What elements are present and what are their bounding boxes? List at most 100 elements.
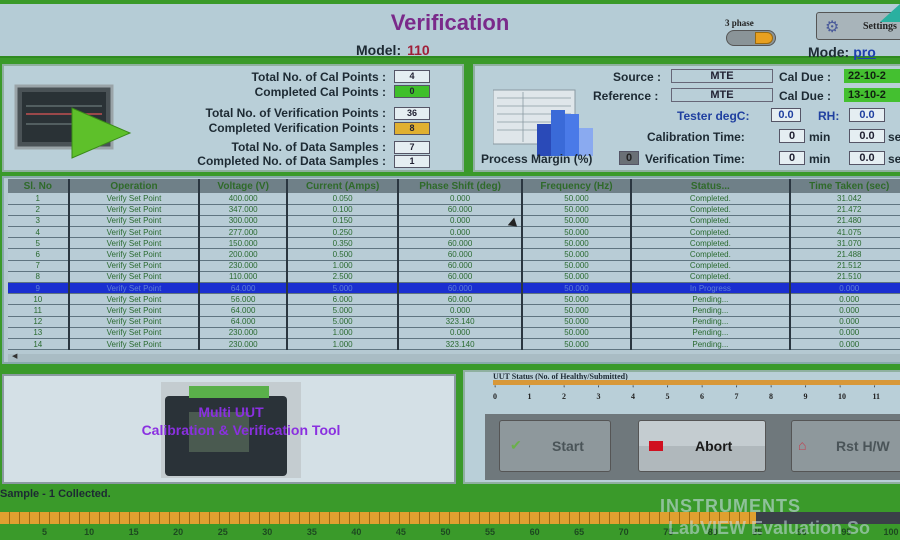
table-cell: 0.000 <box>789 304 900 317</box>
table-cell: 1.000 <box>286 327 400 339</box>
completed-samples-value: 1 <box>394 155 430 168</box>
table-cell: 0.000 <box>398 327 523 339</box>
progress-tick-label: 65 <box>574 527 585 537</box>
reset-hardware-button[interactable]: ⌂ Rst H/W <box>791 420 900 472</box>
table-cell: 56.000 <box>199 293 288 306</box>
uut-tick-label: 3 <box>597 384 601 401</box>
table-cell: 0.000 <box>398 226 523 239</box>
table-cell: 50.000 <box>521 271 633 284</box>
column-header[interactable]: Status... <box>631 179 791 193</box>
progress-tick-label: 5 <box>42 527 48 537</box>
model-display: Model: 110 <box>356 42 430 58</box>
table-cell: 230.000 <box>199 338 288 351</box>
table-cell: 50.000 <box>521 327 633 339</box>
total-cal-points-value: 4 <box>394 70 430 83</box>
rh-input[interactable]: 0.0 <box>849 108 885 122</box>
table-cell: 0.000 <box>398 304 523 317</box>
home-icon: ⌂ <box>798 437 807 453</box>
table-cell: 50.000 <box>521 193 633 205</box>
table-cell: 60.000 <box>398 260 523 272</box>
column-header[interactable]: Operation <box>68 179 201 193</box>
settings-label: Settings <box>863 21 897 32</box>
cal-time-label: Calibration Time: <box>647 130 745 144</box>
abort-button[interactable]: Abort <box>638 420 766 472</box>
table-row[interactable]: 3 Verify Set Point 300.000 0.150 0.000 50.000… <box>8 215 900 228</box>
table-cell: 0.000 <box>398 193 523 205</box>
table-row[interactable]: 9 Verify Set Point 64.000 5.000 60.000 50.000… <box>8 282 900 295</box>
phase-label: 3 phase <box>725 18 754 28</box>
reference-label: Reference : <box>593 89 659 103</box>
column-header[interactable]: Current (Amps) <box>286 179 400 193</box>
source-cal-due-value: 22-10-2 <box>844 69 900 83</box>
uut-tick-label: 10 <box>838 384 846 401</box>
table-cell: 1.000 <box>286 338 400 351</box>
table-cell: Completed. <box>631 260 791 272</box>
table-cell: 50.000 <box>521 293 633 306</box>
table-cell: 2.500 <box>286 271 400 284</box>
tester-degc-input[interactable]: 0.0 <box>771 108 801 122</box>
table-row[interactable]: 8 Verify Set Point 110.000 2.500 60.000 50.00… <box>8 271 900 284</box>
page-title: Verification <box>390 10 510 35</box>
table-cell: 50.000 <box>521 226 633 239</box>
column-header[interactable]: Voltage (V) <box>199 179 288 193</box>
table-cell: 0.150 <box>286 215 400 228</box>
source-select[interactable]: MTE <box>671 69 773 83</box>
column-header[interactable]: Phase Shift (deg) <box>398 179 523 193</box>
uut-tick-label: 2 <box>562 384 566 401</box>
table-cell: 50.000 <box>521 204 633 216</box>
table-cell: 300.000 <box>199 215 288 228</box>
table-row[interactable]: 2 Verify Set Point 347.000 0.100 60.000 50.00… <box>8 204 900 216</box>
start-button[interactable]: ✔ Start <box>499 420 611 472</box>
table-row[interactable]: 5 Verify Set Point 150.000 0.350 60.000 50.00… <box>8 237 900 250</box>
table-row[interactable]: 4 Verify Set Point 277.000 0.250 0.000 50.000… <box>8 226 900 239</box>
table-cell: Pending... <box>631 304 791 317</box>
table-cell: Verify Set Point <box>68 271 201 284</box>
progress-tick-label: 25 <box>217 527 228 537</box>
table-cell: 5.000 <box>286 316 400 328</box>
table-cell: 0.100 <box>286 204 400 216</box>
table-row[interactable]: 11 Verify Set Point 64.000 5.000 0.000 50.000… <box>8 304 900 317</box>
column-header[interactable]: Frequency (Hz) <box>521 179 633 193</box>
reference-cal-due-value: 13-10-2 <box>844 88 900 102</box>
table-row[interactable]: 12 Verify Set Point 64.000 5.000 323.140 50.0… <box>8 316 900 328</box>
corner-arrow-icon <box>880 4 900 22</box>
table-row[interactable]: 7 Verify Set Point 230.000 1.000 60.000 50.00… <box>8 260 900 272</box>
table-cell: Verify Set Point <box>68 204 201 216</box>
table-row[interactable]: 13 Verify Set Point 230.000 1.000 0.000 50.00… <box>8 327 900 339</box>
progress-tick-label: 60 <box>529 527 540 537</box>
total-cal-points-label: Total No. of Cal Points : <box>251 70 386 84</box>
table-row[interactable]: 14 Verify Set Point 230.000 1.000 323.140 50.… <box>8 338 900 351</box>
horizontal-scrollbar[interactable]: ◀ <box>8 352 900 362</box>
header-bar: Verification Model: 110 3 phase ⚙ Setting… <box>0 4 900 60</box>
completed-ver-points-value: 8 <box>394 122 430 135</box>
phase-toggle[interactable] <box>726 30 776 46</box>
ni-watermark: INSTRUMENTS <box>660 496 801 516</box>
completed-samples-label: Completed No. of Data Samples : <box>197 154 386 168</box>
table-cell: 0.050 <box>286 193 400 205</box>
reference-select[interactable]: MTE <box>671 88 773 102</box>
table-cell: 64.000 <box>199 304 288 317</box>
start-label: Start <box>552 438 584 454</box>
table-cell: Verify Set Point <box>68 237 201 250</box>
table-row[interactable]: 10 Verify Set Point 56.000 6.000 60.000 50.00… <box>8 293 900 306</box>
banner-title-line1: Multi UUT <box>198 404 264 420</box>
cal-time-min-unit: min <box>809 130 831 144</box>
product-banner: Multi UUT Calibration & Verification Too… <box>2 374 456 484</box>
total-ver-points-value: 36 <box>394 107 430 120</box>
table-cell: In Progress <box>631 282 791 295</box>
table-cell: 150.000 <box>199 237 288 250</box>
uut-tick-label: 11 <box>873 384 881 401</box>
column-header[interactable]: Sl. No <box>8 179 70 193</box>
mode-value[interactable]: pro <box>853 44 876 60</box>
scroll-left-icon[interactable]: ◀ <box>12 352 17 360</box>
table-row[interactable]: 1 Verify Set Point 400.000 0.050 0.000 50.000… <box>8 193 900 205</box>
table-row[interactable]: 6 Verify Set Point 200.000 0.500 60.000 50.00… <box>8 248 900 261</box>
table-cell: 14 <box>8 338 70 351</box>
table-cell: 323.140 <box>398 338 523 351</box>
table-cell: 3 <box>8 215 70 228</box>
column-header[interactable]: Time Taken (sec) <box>789 179 900 193</box>
table-header-row: Sl. No Operation Voltage (V) Current (Amps)… <box>8 179 900 193</box>
table-cell: 0.250 <box>286 226 400 239</box>
table-cell: 31.070 <box>789 237 900 250</box>
table-cell: 21.480 <box>789 215 900 228</box>
